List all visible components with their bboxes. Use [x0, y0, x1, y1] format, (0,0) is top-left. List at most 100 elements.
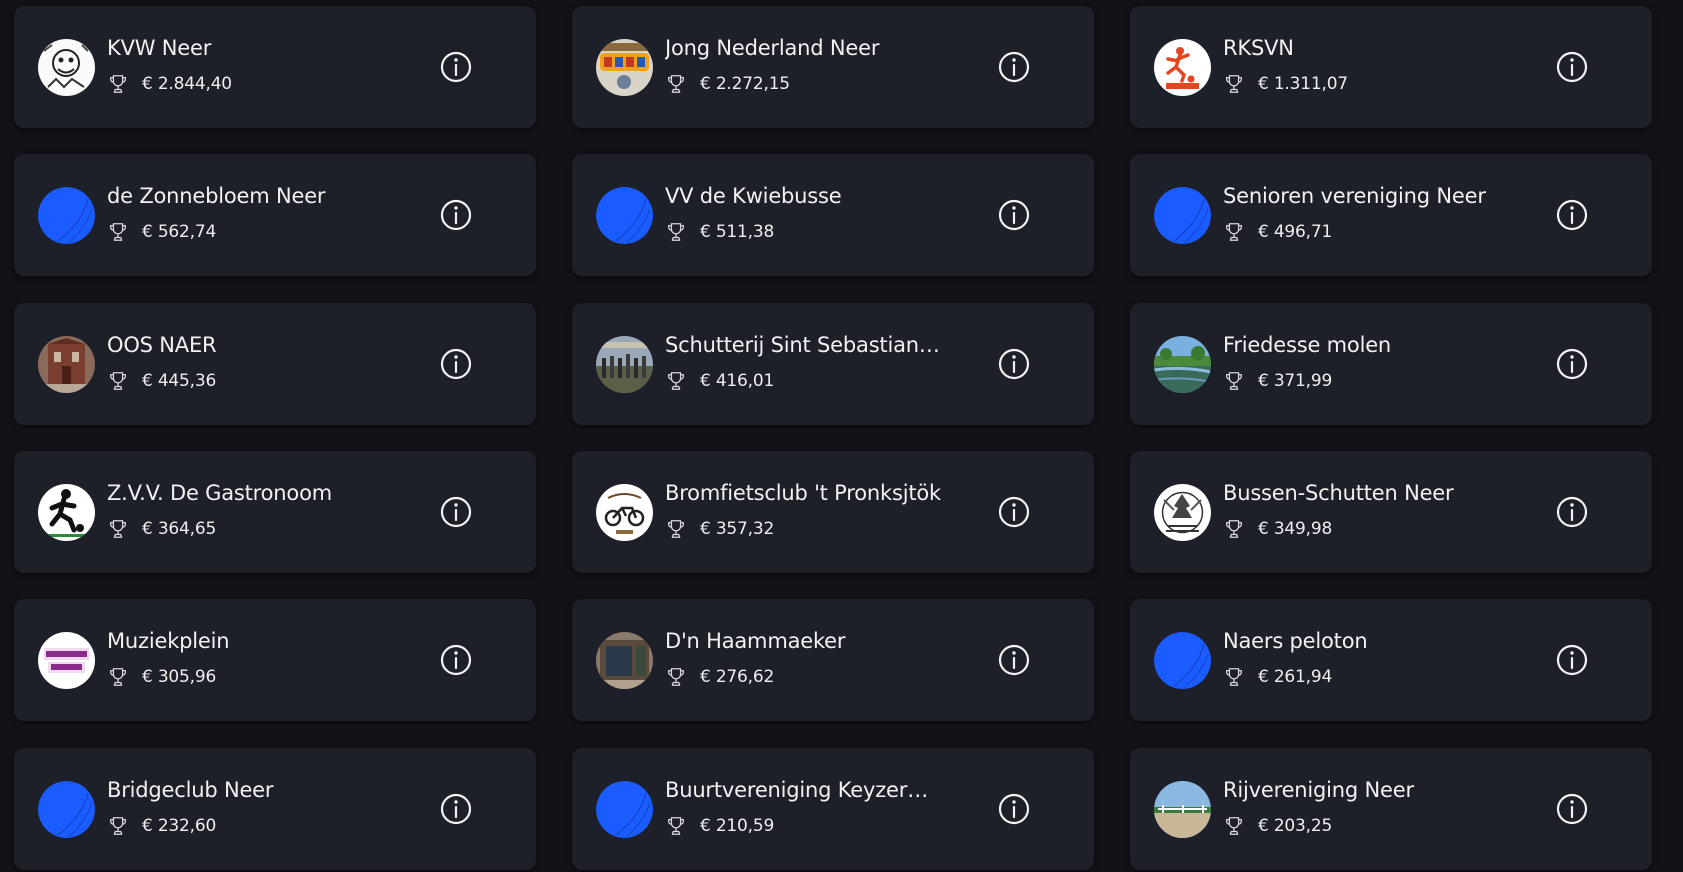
club-name: KVW Neer	[107, 36, 212, 60]
club-name: Jong Nederland Neer	[665, 36, 880, 60]
club-amount: € 2.272,15	[700, 74, 790, 94]
info-button[interactable]	[437, 641, 475, 679]
info-button[interactable]	[995, 48, 1033, 86]
info-button[interactable]	[995, 493, 1033, 531]
club-amount-row: € 261,94	[1223, 665, 1332, 689]
club-card[interactable]: Buurtvereniging Keyzer… € 210,59	[572, 747, 1094, 870]
club-logo	[596, 632, 653, 690]
info-button[interactable]	[437, 48, 475, 86]
trophy-icon	[1223, 815, 1245, 837]
club-amount: € 261,94	[1258, 667, 1333, 688]
trophy-icon	[1223, 666, 1245, 688]
club-amount-row: € 1.311,07	[1223, 72, 1348, 96]
club-card[interactable]: Friedesse molen € 371,99	[1130, 302, 1652, 425]
club-card[interactable]: Bussen-Schutten Neer € 349,98	[1130, 450, 1652, 573]
default-avatar-icon	[596, 780, 653, 838]
club-card[interactable]: D'n Haammaeker € 276,62	[572, 599, 1094, 722]
club-amount: € 511,38	[700, 222, 775, 243]
trophy-icon	[1223, 221, 1245, 243]
club-card[interactable]: Z.V.V. De Gastronoom € 364,65	[14, 450, 536, 573]
info-button[interactable]	[437, 196, 475, 234]
info-button[interactable]	[995, 641, 1033, 679]
info-icon	[439, 495, 473, 529]
club-amount: € 210,59	[700, 815, 775, 836]
info-icon	[1555, 50, 1589, 84]
info-icon	[439, 347, 473, 381]
trophy-icon	[107, 666, 129, 688]
club-name: Rijvereniging Neer	[1223, 777, 1414, 802]
club-amount-row: € 357,32	[665, 517, 774, 541]
club-amount-row: € 2.844,40	[107, 72, 232, 96]
club-amount-row: € 349,98	[1223, 517, 1332, 541]
info-icon	[439, 792, 473, 826]
club-amount: € 203,25	[1258, 815, 1333, 836]
trophy-icon	[107, 73, 129, 95]
club-card[interactable]: Bridgeclub Neer € 232,60	[14, 747, 536, 870]
club-name: RKSVN	[1223, 36, 1294, 60]
info-icon	[1555, 198, 1589, 232]
trophy-icon	[107, 815, 129, 837]
club-amount: € 1.311,07	[1258, 74, 1348, 94]
info-button[interactable]	[995, 196, 1033, 234]
club-amount: € 305,96	[142, 667, 217, 688]
club-amount: € 445,36	[142, 370, 217, 391]
club-amount-row: € 416,01	[665, 369, 774, 393]
club-card[interactable]: OOS NAER € 445,36	[14, 302, 536, 425]
club-card[interactable]: KVW Neer € 2.844,40	[14, 6, 536, 128]
club-amount-row: € 496,71	[1223, 220, 1332, 244]
club-card[interactable]: Rijvereniging Neer € 203,25	[1130, 747, 1652, 870]
info-icon	[1555, 495, 1589, 529]
trophy-icon	[1223, 518, 1245, 540]
club-logo	[38, 483, 95, 541]
club-amount-row: € 305,96	[107, 665, 216, 689]
info-button[interactable]	[1553, 48, 1591, 86]
club-amount-row: € 511,38	[665, 220, 774, 244]
club-card[interactable]: Jong Nederland Neer € 2.272,15	[572, 6, 1094, 128]
club-card[interactable]: Senioren vereniging Neer € 496,71	[1130, 154, 1652, 277]
club-name: Naers peloton	[1223, 629, 1368, 654]
info-button[interactable]	[437, 493, 475, 531]
club-card[interactable]: RKSVN € 1.311,07	[1130, 6, 1652, 128]
default-avatar-icon	[38, 780, 95, 838]
trophy-icon	[1223, 370, 1245, 392]
club-name: Bromfietsclub 't Pronksjtök	[665, 480, 941, 505]
club-amount-row: € 2.272,15	[665, 72, 790, 96]
club-logo	[38, 632, 95, 690]
info-button[interactable]	[1553, 345, 1591, 383]
club-amount: € 562,74	[142, 222, 217, 243]
club-grid: KVW Neer € 2.844,40 Jong Nederland Neer …	[0, 0, 1683, 872]
club-name: Bussen-Schutten Neer	[1223, 480, 1454, 505]
info-icon	[439, 50, 473, 84]
info-button[interactable]	[1553, 196, 1591, 234]
club-card[interactable]: Bromfietsclub 't Pronksjtök € 357,32	[572, 450, 1094, 573]
default-avatar-icon	[1154, 632, 1211, 690]
info-button[interactable]	[995, 345, 1033, 383]
info-button[interactable]	[437, 790, 475, 828]
info-button[interactable]	[437, 345, 475, 383]
club-logo	[38, 335, 95, 393]
club-amount: € 357,32	[700, 518, 775, 539]
info-icon	[997, 643, 1031, 677]
info-button[interactable]	[1553, 493, 1591, 531]
info-button[interactable]	[995, 790, 1033, 828]
info-icon	[439, 198, 473, 232]
info-button[interactable]	[1553, 641, 1591, 679]
trophy-icon	[1223, 73, 1245, 95]
club-logo	[596, 39, 653, 96]
default-avatar-icon	[38, 187, 95, 245]
club-card[interactable]: Schutterij Sint Sebastian… € 416,01	[572, 302, 1094, 425]
club-name: VV de Kwiebusse	[665, 184, 842, 209]
club-card[interactable]: Naers peloton € 261,94	[1130, 599, 1652, 722]
club-card[interactable]: Muziekplein € 305,96	[14, 599, 536, 722]
club-name: Muziekplein	[107, 629, 230, 654]
club-amount-row: € 203,25	[1223, 814, 1332, 838]
club-logo	[1154, 780, 1211, 838]
club-logo	[38, 39, 95, 96]
club-logo	[1154, 39, 1211, 96]
info-button[interactable]	[1553, 790, 1591, 828]
club-amount-row: € 210,59	[665, 814, 774, 838]
club-card[interactable]: de Zonnebloem Neer € 562,74	[14, 154, 536, 277]
club-card[interactable]: VV de Kwiebusse € 511,38	[572, 154, 1094, 277]
club-logo	[1154, 483, 1211, 541]
club-name: Z.V.V. De Gastronoom	[107, 480, 332, 505]
